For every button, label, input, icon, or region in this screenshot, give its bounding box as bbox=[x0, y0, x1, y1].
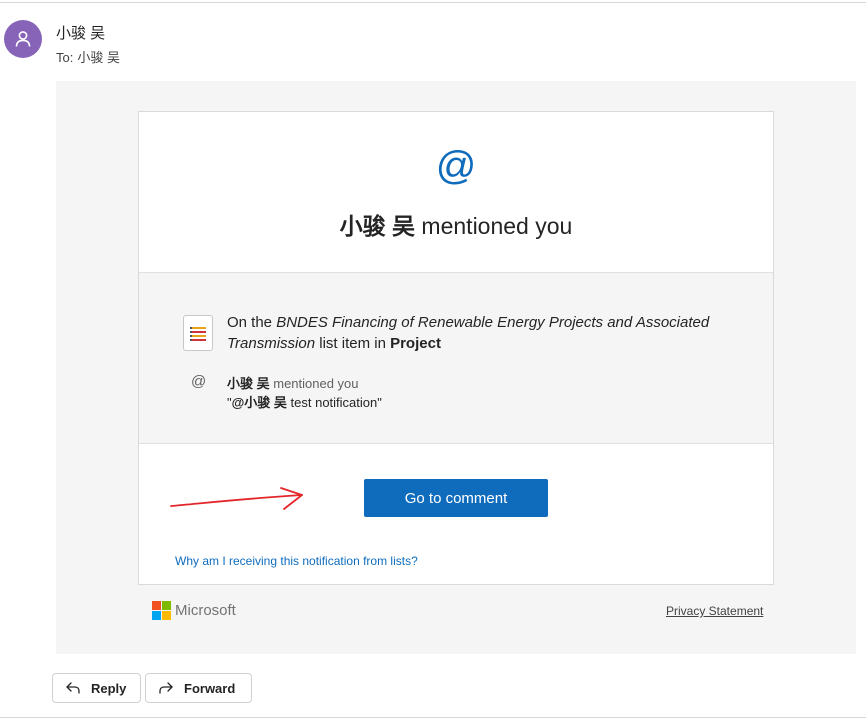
forward-button[interactable]: Forward bbox=[145, 673, 252, 703]
bottom-divider bbox=[0, 717, 866, 718]
forward-arrow-icon bbox=[159, 682, 173, 694]
red-arrow-annotation bbox=[170, 487, 303, 510]
forward-label: Forward bbox=[184, 680, 236, 696]
reply-arrow-icon bbox=[66, 682, 80, 694]
reply-button[interactable]: Reply bbox=[52, 673, 141, 703]
reply-label: Reply bbox=[91, 680, 127, 696]
